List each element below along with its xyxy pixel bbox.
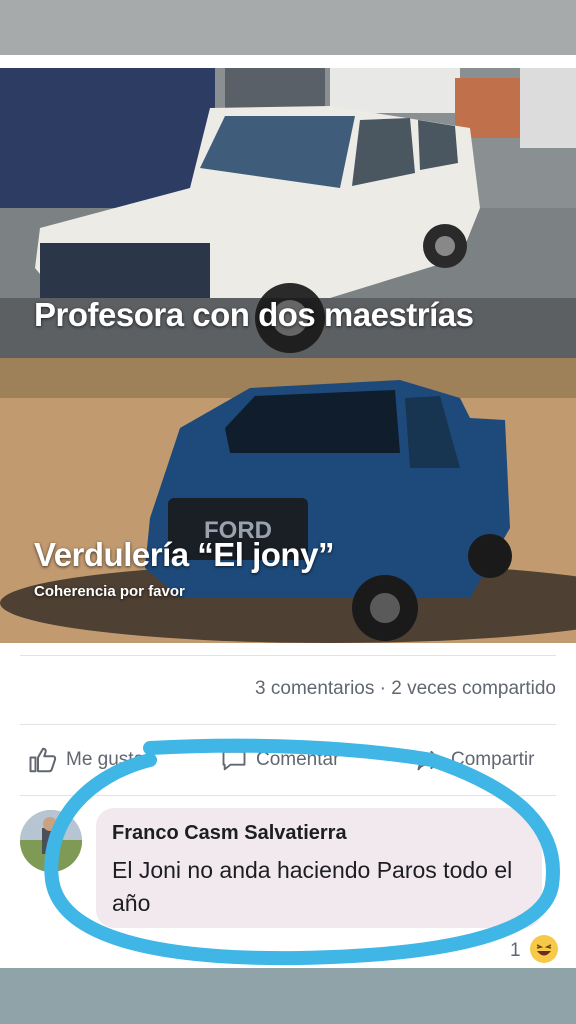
comment-label: Comentar <box>256 749 340 770</box>
post-stats[interactable]: 3 comentarios · 2 veces compartido <box>255 678 556 700</box>
divider <box>20 724 556 725</box>
share-label: Compartir <box>451 749 535 770</box>
like-label: Me gusta <box>66 749 145 770</box>
comment-author[interactable]: Franco Casm Salvatierra <box>112 822 347 845</box>
meme-panel-top: Profesora con dos maestrías <box>0 68 576 358</box>
meme-panel-bottom: FORD Verdulería “El jony” Coherencia por… <box>0 358 576 643</box>
post-actions: Me gusta Comentar Compartir <box>20 740 556 780</box>
meme-image[interactable]: Profesora con dos maestrías FORD Verdule… <box>0 68 576 643</box>
navigation-bar <box>0 968 576 1024</box>
bottom-caption: Verdulería “El jony” <box>34 536 334 573</box>
share-button[interactable]: Compartir <box>415 740 534 780</box>
bottom-subcaption: Coherencia por favor <box>34 583 185 600</box>
thumbs-up-icon <box>29 747 57 773</box>
divider <box>20 795 556 796</box>
divider <box>20 655 556 656</box>
comment-icon <box>222 750 246 771</box>
comment-button[interactable]: Comentar <box>220 740 339 780</box>
top-caption: Profesora con dos maestrías <box>34 296 474 333</box>
like-button[interactable]: Me gusta <box>28 740 144 780</box>
comment-bubble: Franco Casm Salvatierra El Joni no anda … <box>96 808 542 928</box>
avatar-photo <box>20 810 82 872</box>
avatar[interactable] <box>20 810 82 872</box>
laughing-face <box>531 936 557 962</box>
comment-text: El Joni no anda haciendo Paros todo el a… <box>112 857 513 916</box>
share-icon <box>417 750 441 771</box>
status-bar <box>0 0 576 55</box>
ford-truck-photo: FORD <box>0 358 576 643</box>
laughing-emoji-icon[interactable] <box>530 935 558 963</box>
reaction-count[interactable]: 1 <box>510 940 521 962</box>
